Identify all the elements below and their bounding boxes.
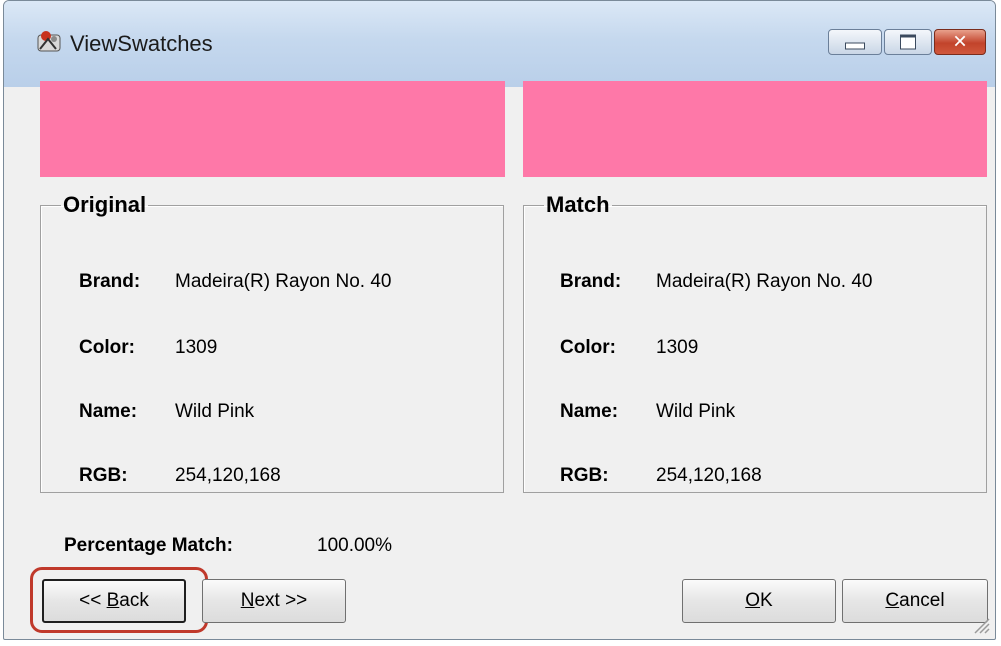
back-button-mnemonic: B <box>106 590 120 611</box>
ok-button[interactable]: OK <box>682 579 836 623</box>
view-swatches-dialog: ViewSwatches ✕ Original Brand: Madeira(R… <box>3 0 996 640</box>
match-color-swatch <box>523 81 987 177</box>
cancel-button[interactable]: Cancel <box>842 579 988 623</box>
maximize-icon <box>900 34 916 50</box>
rgb-label: RGB: <box>560 465 609 486</box>
brand-value: Madeira(R) Rayon No. 40 <box>175 271 392 292</box>
back-button[interactable]: << Back <box>42 579 186 623</box>
back-button-rest: ack <box>119 590 149 611</box>
name-value: Wild Pink <box>175 401 255 422</box>
minimize-button[interactable] <box>828 29 882 55</box>
window-title: ViewSwatches <box>70 31 213 56</box>
resize-grip-icon[interactable] <box>971 615 991 635</box>
cancel-button-mnemonic: C <box>885 590 900 611</box>
app-icon <box>37 31 61 52</box>
name-label: Name: <box>79 401 138 422</box>
ok-button-rest: K <box>760 590 773 611</box>
color-label: Color: <box>560 337 616 358</box>
percentage-match-label: Percentage Match: <box>64 535 233 556</box>
color-value: 1309 <box>175 337 218 358</box>
close-button[interactable]: ✕ <box>934 29 986 55</box>
rgb-value: 254,120,168 <box>656 465 762 486</box>
title-bar[interactable]: ViewSwatches ✕ <box>4 1 995 87</box>
next-button-mnemonic: N <box>240 590 255 611</box>
brand-label: Brand: <box>560 271 622 292</box>
match-group: Match Brand: Madeira(R) Rayon No. 40 Col… <box>523 193 987 493</box>
original-group: Original Brand: Madeira(R) Rayon No. 40 … <box>40 193 504 493</box>
name-value: Wild Pink <box>656 401 736 422</box>
color-label: Color: <box>79 337 135 358</box>
brand-value: Madeira(R) Rayon No. 40 <box>656 271 873 292</box>
minimize-icon <box>845 42 865 50</box>
original-heading: Original <box>63 192 147 217</box>
cancel-button-rest: ancel <box>899 590 945 611</box>
match-heading: Match <box>546 192 610 217</box>
color-value: 1309 <box>656 337 699 358</box>
close-icon: ✕ <box>952 31 968 53</box>
next-button[interactable]: Next >> <box>202 579 346 623</box>
back-button-prefix: << <box>79 590 107 611</box>
original-color-swatch <box>40 81 505 177</box>
rgb-value: 254,120,168 <box>175 465 281 486</box>
ok-button-mnemonic: O <box>745 590 761 611</box>
percentage-match-value: 100.00% <box>317 535 393 556</box>
brand-label: Brand: <box>79 271 141 292</box>
rgb-label: RGB: <box>79 465 128 486</box>
maximize-button[interactable] <box>884 29 932 55</box>
next-button-rest: ext >> <box>254 590 308 611</box>
name-label: Name: <box>560 401 619 422</box>
